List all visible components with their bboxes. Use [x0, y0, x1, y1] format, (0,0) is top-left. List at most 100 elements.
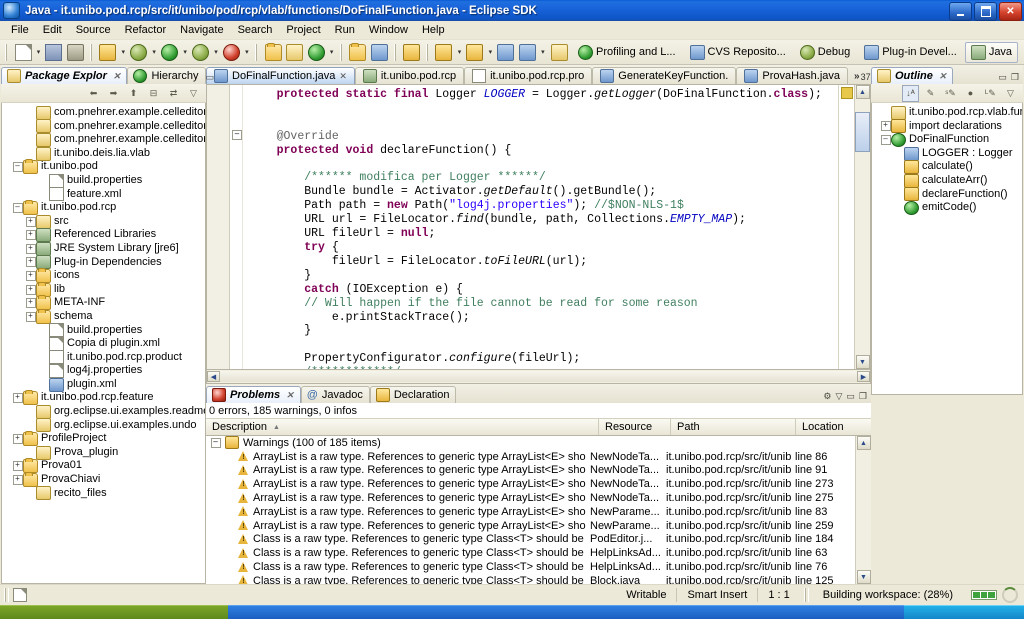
run-button[interactable] [159, 41, 180, 63]
tab-hierarchy[interactable]: Hierarchy [127, 67, 206, 84]
taskbar-tasks[interactable] [228, 605, 904, 619]
menu-navigate[interactable]: Navigate [173, 23, 230, 37]
hscroll-thumb[interactable] [220, 371, 857, 382]
build-arrow[interactable]: ▾ [150, 42, 158, 62]
new-dropdown-arrow[interactable]: ▾ [34, 42, 42, 62]
editor-vertical-scrollbar[interactable]: ▲ ▼ [854, 85, 870, 369]
tab-problems[interactable]: Problems ✕ [206, 386, 301, 403]
column-header-description[interactable]: Description ▲ [206, 419, 599, 435]
search-button[interactable] [369, 41, 390, 63]
tree-item[interactable]: emitCode() [872, 200, 1022, 215]
previous-annotation-button[interactable] [465, 41, 486, 63]
status-job-label[interactable]: Building workspace: (28%) [813, 588, 963, 602]
tree-item[interactable]: org.eclipse.ui.examples.undo [2, 418, 205, 433]
tree-item[interactable]: Copia di plugin.xml [2, 336, 205, 351]
close-icon[interactable]: ✕ [113, 71, 121, 82]
editor-horizontal-scrollbar[interactable]: ◀ ▶ [206, 370, 871, 384]
tree-item[interactable]: declareFunction() [872, 187, 1022, 202]
tree-item[interactable]: + lib [2, 281, 205, 297]
tree-item[interactable]: build.properties [2, 323, 205, 338]
maximize-view-icon[interactable]: ❐ [859, 391, 867, 402]
menu-run[interactable]: Run [328, 23, 362, 37]
tree-item[interactable]: calculateArr() [872, 173, 1022, 188]
expand-icon[interactable]: + [12, 393, 23, 404]
expand-icon[interactable]: + [880, 121, 891, 132]
next-annotation-arrow[interactable]: ▾ [455, 42, 463, 62]
debug-button[interactable] [190, 41, 211, 63]
problems-row[interactable]: Class is a raw type. References to gener… [206, 546, 855, 560]
tree-item[interactable]: + META-INF [2, 295, 205, 311]
outline-body[interactable]: it.unibo.pod.rcp.vlab.funct + import decla… [871, 103, 1023, 395]
expand-icon[interactable]: + [25, 243, 36, 254]
problems-row[interactable]: ArrayList is a raw type. References to g… [206, 505, 855, 519]
tree-item[interactable]: org.eclipse.ui.examples.readmetool [2, 404, 205, 419]
problems-row[interactable]: Class is a raw type. References to gener… [206, 560, 855, 574]
filters-icon[interactable]: ⚙ [823, 391, 831, 402]
menu-refactor[interactable]: Refactor [118, 23, 174, 37]
toolbar-grip[interactable] [89, 43, 94, 61]
link-editor-icon[interactable]: ⇄ [165, 85, 182, 102]
tree-item[interactable]: feature.xml [2, 187, 205, 202]
tree-item[interactable]: + Prova01 [2, 458, 205, 474]
new-button[interactable] [13, 41, 34, 63]
new-class-arrow[interactable]: ▾ [328, 42, 336, 62]
view-menu-icon[interactable]: ▽ [185, 85, 202, 102]
forward-arrow[interactable]: ▾ [539, 42, 547, 62]
view-menu-icon[interactable]: ▽ [835, 391, 842, 402]
minimize-view-icon[interactable]: ▭ [206, 72, 215, 83]
editor-annotation-ruler[interactable] [207, 85, 230, 369]
problems-row[interactable]: ArrayList is a raw type. References to g… [206, 477, 855, 491]
menu-project[interactable]: Project [279, 23, 327, 37]
progress-spinner-icon[interactable] [1002, 587, 1018, 603]
java-editor[interactable]: – protected static final Logger LOGGER =… [206, 84, 871, 370]
tree-item[interactable]: + import declarations [872, 119, 1022, 134]
sort-icon[interactable]: ↓ᴬ [902, 84, 919, 102]
editor-folding-ruler[interactable]: – [230, 85, 243, 369]
problems-vertical-scrollbar[interactable]: ▲ ▼ [855, 436, 871, 584]
scroll-down-button[interactable]: ▼ [855, 355, 870, 369]
column-header-location[interactable]: Location [796, 419, 856, 435]
tab-declaration[interactable]: Declaration [369, 386, 457, 403]
toolbar-grip[interactable] [393, 43, 398, 61]
tab-javadoc[interactable]: @ Javadoc [300, 386, 370, 403]
toolbar-grip[interactable] [255, 43, 259, 61]
tree-item[interactable]: + Plug-in Dependencies [2, 255, 205, 270]
toolbar-grip[interactable] [339, 43, 344, 61]
tree-item[interactable]: LOGGER : Logger [872, 146, 1022, 161]
tree-item[interactable]: Prova_plugin [2, 445, 205, 460]
problems-rows[interactable]: –Warnings (100 of 185 items)ArrayList is… [206, 436, 855, 584]
tree-item[interactable]: + ProfileProject [2, 431, 205, 447]
print-button[interactable] [65, 41, 86, 63]
tree-item[interactable]: com.pnehrer.example.celleditor [2, 105, 205, 120]
tree-item[interactable]: + schema [2, 308, 205, 324]
profile-arrow[interactable]: ▾ [243, 42, 251, 62]
tree-item[interactable]: it.unibo.pod.rcp.vlab.funct [872, 105, 1022, 120]
problems-row[interactable]: ArrayList is a raw type. References to g… [206, 450, 855, 464]
tree-item[interactable]: log4j.properties [2, 364, 205, 379]
minimize-view-icon[interactable]: ▭ [998, 72, 1007, 83]
maximize-view-icon[interactable]: ❐ [1011, 72, 1019, 83]
hide-local-icon[interactable]: ᴸ✎ [982, 85, 999, 102]
toolbar-grip[interactable] [5, 43, 9, 61]
package-explorer-body[interactable]: com.pnehrer.example.celleditor com.pnehre… [1, 103, 206, 584]
editor-tab-plugin[interactable]: it.unibo.pod.rcp [354, 67, 465, 84]
new-package-button[interactable] [284, 41, 305, 63]
menu-help[interactable]: Help [415, 23, 452, 37]
tree-item[interactable]: it.unibo.deis.lia.vlab [2, 146, 205, 161]
close-icon[interactable]: ✕ [339, 71, 347, 82]
scroll-thumb[interactable] [855, 112, 870, 152]
column-header-path[interactable]: Path [671, 419, 796, 435]
expand-icon[interactable]: + [12, 474, 23, 485]
taskbar-start[interactable] [0, 605, 228, 619]
expand-icon[interactable]: + [25, 230, 36, 241]
previous-annotation-arrow[interactable]: ▾ [486, 42, 494, 62]
problems-row[interactable]: ArrayList is a raw type. References to g… [206, 519, 855, 533]
maximize-button[interactable] [974, 2, 997, 21]
hide-nonpublic-icon[interactable]: ● [962, 85, 979, 102]
scroll-down-button[interactable]: ▼ [856, 570, 871, 584]
code-content[interactable]: protected static final Logger LOGGER = L… [243, 85, 838, 369]
tree-item[interactable]: – it.unibo.pod.rcp [2, 199, 205, 215]
toggle-mark-occurrences-button[interactable] [401, 41, 422, 63]
tree-item[interactable]: it.unibo.pod.rcp.product [2, 350, 205, 365]
expand-icon[interactable]: + [25, 257, 36, 268]
